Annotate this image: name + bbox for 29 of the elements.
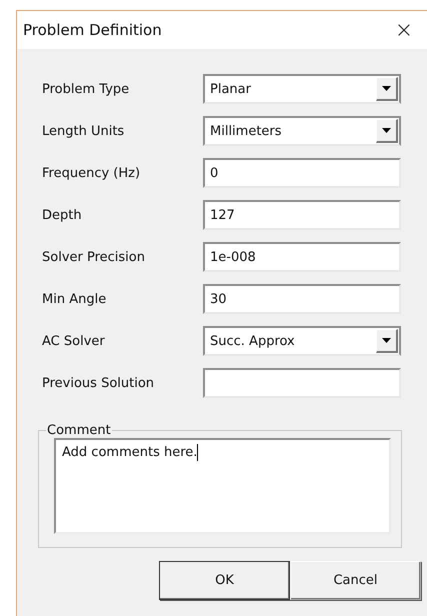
input-field[interactable]: 30: [203, 284, 401, 314]
dialog-button[interactable]: Cancel: [290, 561, 421, 600]
field-label: Min Angle: [42, 292, 108, 306]
group-label: Comment: [46, 423, 112, 438]
field-label: Length Units: [42, 124, 126, 138]
dropdown-arrow-button[interactable]: [376, 119, 398, 143]
field-label: Solver Precision: [42, 250, 146, 264]
dialog-button[interactable]: OK: [159, 561, 290, 600]
dropdown[interactable]: Succ. Approx: [203, 326, 401, 356]
dropdown[interactable]: Millimeters: [203, 116, 401, 146]
caret-icon: [382, 338, 391, 343]
input-field[interactable]: [203, 368, 401, 398]
text-cursor: [197, 444, 198, 461]
input-field[interactable]: 1e-008: [203, 242, 401, 272]
close-button[interactable]: ×: [384, 11, 424, 49]
window-title: Problem Definition: [23, 21, 162, 39]
input-field[interactable]: 127: [203, 200, 401, 230]
dropdown-arrow-button[interactable]: [376, 329, 398, 353]
dropdown-arrow-button[interactable]: [376, 77, 398, 101]
caret-icon: [382, 86, 391, 91]
field-label: Previous Solution: [42, 376, 156, 390]
input-field[interactable]: 0: [203, 158, 401, 188]
field-label: Problem Type: [42, 82, 130, 96]
field-label: Depth: [42, 208, 83, 222]
field-label: Frequency (Hz): [42, 166, 142, 180]
field-label: AC Solver: [42, 334, 106, 348]
dropdown[interactable]: Planar: [203, 74, 401, 104]
caret-icon: [382, 128, 391, 133]
comment-field[interactable]: Add comments here.: [54, 438, 391, 534]
